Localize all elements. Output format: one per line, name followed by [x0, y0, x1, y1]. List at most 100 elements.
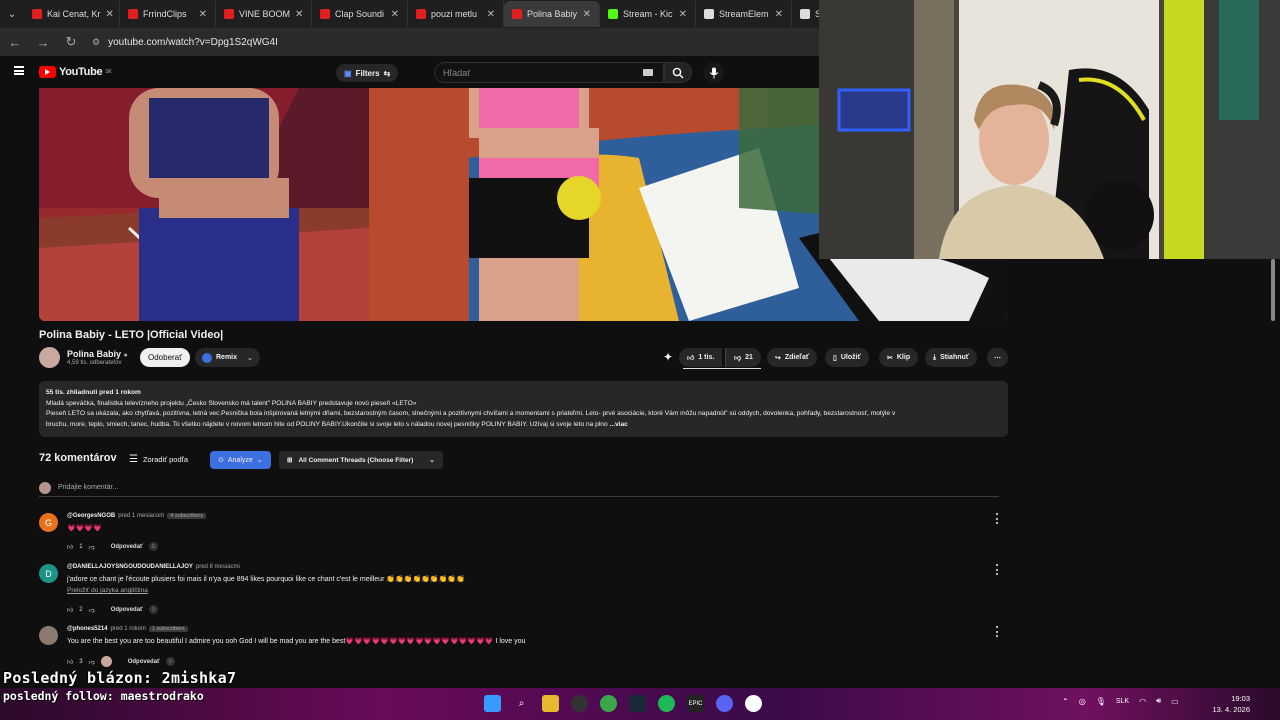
epic-games-icon[interactable]: EPIC	[687, 695, 704, 712]
translate-link[interactable]: Preložiť do jazyka angličtina	[67, 587, 148, 594]
thumbs-up-icon[interactable]: 👍︎	[67, 658, 73, 666]
wifi-icon[interactable]: ◠	[1139, 697, 1146, 706]
scrollbar-thumb[interactable]	[1271, 259, 1275, 321]
back-icon[interactable]: ←	[8, 35, 22, 50]
forward-icon[interactable]: →	[36, 35, 50, 50]
comment-menu-icon[interactable]	[995, 564, 998, 575]
close-tab-icon[interactable]: ✕	[775, 9, 783, 20]
browser-tab[interactable]: Polina Babiy ✕	[504, 1, 600, 27]
channel-name[interactable]: Polina Babiy ●	[67, 349, 128, 359]
view-meta: 55 tis. zhliadnutí pred 1 rokom	[46, 389, 141, 396]
windows-start-icon[interactable]	[484, 695, 501, 712]
close-tab-icon[interactable]: ✕	[487, 9, 495, 20]
app-icon[interactable]	[745, 695, 762, 712]
chevron-down-icon[interactable]: ⌄	[247, 354, 253, 362]
close-tab-icon[interactable]: ✕	[106, 9, 114, 20]
hamburger-menu-icon[interactable]	[14, 66, 24, 75]
close-tab-icon[interactable]: ✕	[391, 9, 399, 20]
more-actions-button[interactable]: ⋯	[987, 348, 1008, 367]
microphone-icon[interactable]: 🎙︎	[1096, 697, 1106, 706]
site-info-icon[interactable]: ⚙	[92, 37, 100, 48]
share-button[interactable]: ↪ Zdieľať	[767, 348, 818, 367]
keyboard-icon[interactable]	[643, 69, 653, 76]
close-tab-icon[interactable]: ✕	[295, 9, 303, 20]
thumbs-up-icon[interactable]: 👍︎	[67, 543, 73, 551]
commenter-avatar[interactable]: D	[39, 564, 58, 583]
commenter-avatar[interactable]	[39, 626, 58, 645]
tab-label: Kai Cenat, Kr	[47, 9, 101, 19]
language-indicator[interactable]: SLK	[1116, 698, 1129, 705]
tab-favicon-icon	[704, 9, 714, 19]
browser-tab[interactable]: Stream - Kic ✕	[600, 1, 696, 27]
close-tab-icon[interactable]: ✕	[583, 9, 591, 20]
comment-time: pred 8 mesiacmi	[195, 564, 240, 570]
tray-app-icon[interactable]: ◎	[1079, 697, 1086, 706]
comment-thread-filter[interactable]: ⊞ All Comment Threads (Choose Filter) ⌄	[279, 451, 443, 469]
search-icon[interactable]: ⌕	[513, 695, 530, 712]
browser-tab[interactable]: pouzi metlu ✕	[408, 1, 504, 27]
thumbs-down-icon[interactable]: 👎︎	[89, 658, 95, 666]
battery-icon[interactable]: ▭	[1171, 697, 1179, 706]
volume-icon[interactable]: 🔊︎	[1156, 696, 1161, 706]
close-tab-icon[interactable]: ✕	[199, 9, 207, 20]
spotify-icon[interactable]	[658, 695, 675, 712]
show-more-link[interactable]: ...viac	[609, 421, 627, 428]
youtube-logo[interactable]: YouTube SK	[39, 66, 112, 78]
browser-tab[interactable]: StreamElem ✕	[696, 1, 792, 27]
obs-icon[interactable]	[571, 695, 588, 712]
download-button[interactable]: ⤓ Stiahnuť	[925, 348, 978, 367]
microphone-icon	[709, 67, 718, 78]
channel-avatar[interactable]	[39, 347, 60, 368]
voice-search-button[interactable]	[703, 62, 724, 83]
tab-label: Stream - Kic	[623, 9, 673, 19]
subscribe-button[interactable]: Odoberať	[140, 348, 191, 367]
dislike-button[interactable]: 👎︎ 21	[725, 348, 761, 367]
reload-icon[interactable]: ↻	[64, 34, 78, 50]
comment-text: You are the best you are too beautiful I…	[67, 638, 526, 645]
like-button[interactable]: 👍︎ 1 tis.	[679, 348, 723, 367]
comment-author[interactable]: @GeorgesNGOB	[67, 513, 115, 519]
steam-icon[interactable]	[629, 695, 646, 712]
chevron-up-icon[interactable]: ⌃	[1062, 697, 1069, 706]
chrome-icon[interactable]	[600, 695, 617, 712]
close-tab-icon[interactable]: ✕	[679, 9, 687, 20]
commenter-avatar[interactable]: G	[39, 513, 58, 532]
description-box[interactable]: 55 tis. zhliadnutí pred 1 rokom Mladá sp…	[39, 381, 1008, 437]
tab-search-button[interactable]: ⌄	[0, 4, 24, 24]
reply-button[interactable]: Odpovedať	[111, 544, 143, 550]
page-scrollbar[interactable]	[1270, 259, 1276, 689]
add-comment-field[interactable]: Pridajte komentár...	[39, 481, 999, 497]
thumbs-up-icon[interactable]: 👍︎	[67, 606, 73, 614]
search-button[interactable]	[664, 62, 692, 83]
clip-button[interactable]: ✂ Klip	[879, 348, 919, 367]
save-button[interactable]: ▯ Uložiť	[825, 348, 869, 367]
browser-tab[interactable]: Kai Cenat, Kr ✕	[24, 1, 120, 27]
system-clock[interactable]: 19:03 13. 4. 2026	[1208, 693, 1250, 715]
comment-time: pred 1 rokom	[110, 626, 146, 632]
discord-icon[interactable]	[716, 695, 733, 712]
comment-menu-icon[interactable]	[995, 626, 998, 637]
comment-author[interactable]: @DANIELLAJOYSNGOUDOUDANIELLAJOY	[67, 564, 193, 570]
analyze-button[interactable]: ⊙ Analyze ⌄	[210, 451, 271, 469]
reply-count: 0	[148, 542, 158, 551]
url-field[interactable]: ⚙ youtube.com/watch?v=Dpg1S2qWG4I	[92, 37, 278, 48]
last-follow-overlay: posledný follow: maestrodrako	[3, 689, 204, 703]
browser-tab[interactable]: FrrindClips ✕	[120, 1, 216, 27]
browser-tab[interactable]: VINE BOOM ✕	[216, 1, 312, 27]
thumbs-down-icon[interactable]: 👎︎	[89, 606, 95, 614]
system-tray: ⌃ ◎ 🎙︎ SLK ◠ 🔊︎ ▭	[1062, 696, 1179, 706]
comment-menu-icon[interactable]	[995, 513, 998, 524]
streamer-webcam	[819, 0, 1280, 259]
comment-author[interactable]: @phones5214	[67, 626, 108, 632]
search-input[interactable]: Hľadať	[434, 62, 664, 83]
reply-button[interactable]: Odpovedať	[111, 607, 143, 613]
reply-button[interactable]: Odpovedať	[128, 659, 160, 665]
file-explorer-icon[interactable]	[542, 695, 559, 712]
analyze-icon: ⊙	[218, 457, 224, 464]
thumbs-down-icon[interactable]: 👎︎	[89, 543, 95, 551]
sort-button[interactable]: ☰ Zoradiť podľa	[129, 454, 188, 465]
extension-icon[interactable]: ✦	[663, 350, 673, 364]
filters-button[interactable]: ▣ Filters ⇆	[336, 64, 399, 82]
browser-tab[interactable]: Clap Soundi ✕	[312, 1, 408, 27]
remix-button[interactable]: Remix ⌄	[195, 348, 260, 367]
